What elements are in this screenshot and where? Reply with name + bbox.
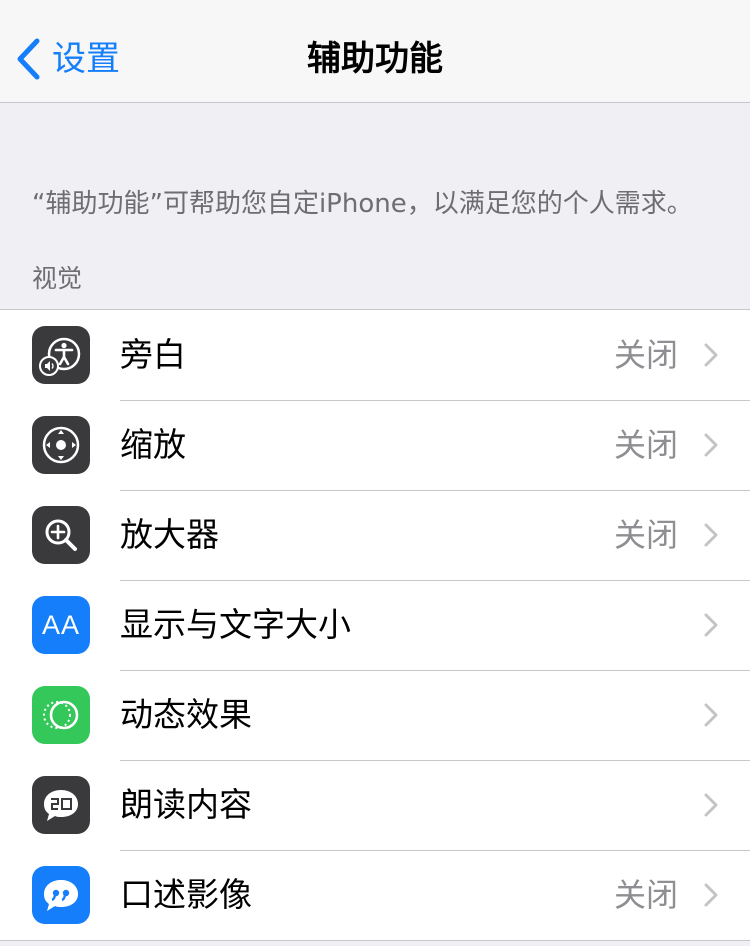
list-item-zoom[interactable]: 缩放 关闭 — [0, 400, 750, 490]
magnifier-icon — [32, 506, 90, 564]
item-value: 关闭 — [613, 426, 678, 464]
page-title: 辅助功能 — [307, 39, 443, 79]
text-size-icon-glyph: AA — [41, 609, 81, 640]
list-item-magnifier[interactable]: 放大器 关闭 — [0, 490, 750, 580]
motion-icon — [32, 686, 90, 744]
chevron-right-icon — [704, 433, 718, 457]
item-value: 关闭 — [613, 876, 678, 914]
item-label: 显示与文字大小 — [120, 605, 351, 644]
list-item-motion[interactable]: 动态效果 — [0, 670, 750, 760]
spoken-content-icon — [32, 776, 90, 834]
navigation-bar: 设置 辅助功能 — [0, 0, 750, 103]
list-item-audio-descriptions[interactable]: 口述影像 关闭 — [0, 850, 750, 940]
item-value: 关闭 — [613, 516, 678, 554]
chevron-right-icon — [704, 343, 718, 367]
chevron-right-icon — [704, 883, 718, 907]
list-item-voiceover[interactable]: 旁白 关闭 — [0, 310, 750, 400]
item-label: 动态效果 — [120, 695, 252, 734]
chevron-right-icon — [704, 523, 718, 547]
item-label: 朗读内容 — [120, 785, 252, 824]
item-label: 口述影像 — [120, 875, 252, 914]
accessibility-description: “辅助功能”可帮助您自定iPhone，以满足您的个人需求。 — [32, 189, 693, 219]
voiceover-icon — [32, 326, 90, 384]
section-header-vision: 视觉 — [32, 264, 83, 293]
chevron-right-icon — [704, 703, 718, 727]
item-label: 旁白 — [120, 335, 186, 374]
list-item-display-text-size[interactable]: AA 显示与文字大小 — [0, 580, 750, 670]
zoom-icon — [32, 416, 90, 474]
audio-description-icon — [32, 866, 90, 924]
item-label: 放大器 — [120, 515, 219, 554]
chevron-right-icon — [704, 613, 718, 637]
text-size-icon: AA — [32, 596, 90, 654]
chevron-right-icon — [704, 793, 718, 817]
item-value: 关闭 — [613, 336, 678, 374]
item-label: 缩放 — [120, 425, 186, 464]
vision-settings-list: 旁白 关闭 缩放 关闭 放大器 关闭 AA 显示与文字大小 动态效果 朗读内容 … — [0, 309, 750, 941]
list-item-spoken-content[interactable]: 朗读内容 — [0, 760, 750, 850]
